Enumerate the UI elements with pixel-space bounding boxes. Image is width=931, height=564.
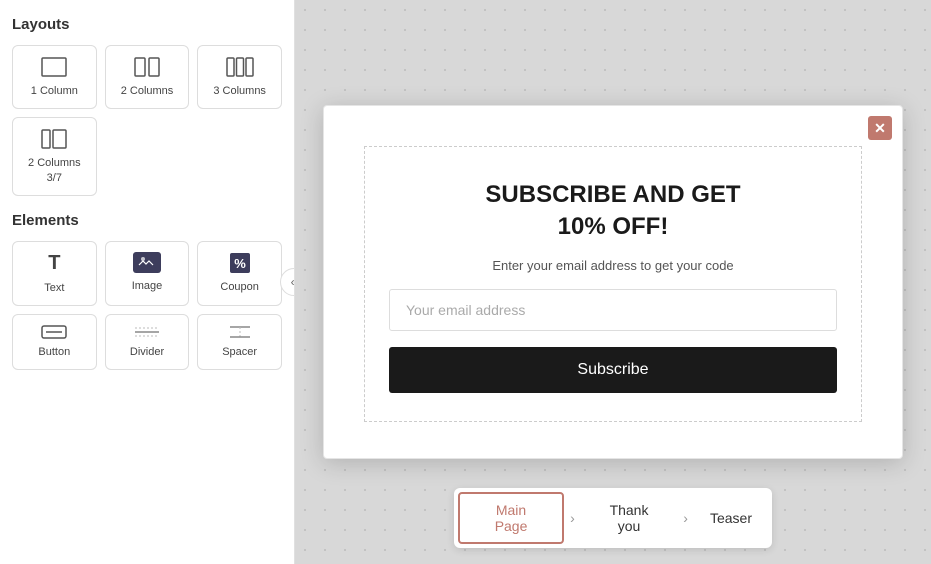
element-spacer[interactable]: Spacer bbox=[197, 314, 282, 370]
popup-subtitle: Enter your email address to get your cod… bbox=[492, 258, 733, 273]
layouts-section-title: Layouts bbox=[12, 16, 282, 33]
popup-inner: SUBSCRIBE AND GET10% OFF! Enter your ema… bbox=[364, 146, 862, 421]
button-icon bbox=[41, 325, 67, 339]
tab-teaser[interactable]: Teaser bbox=[690, 500, 772, 536]
element-text[interactable]: T Text bbox=[12, 241, 97, 306]
coupon-label: Coupon bbox=[220, 280, 259, 294]
close-button[interactable]: ✕ bbox=[868, 116, 892, 140]
elements-section: Elements T Text Image bbox=[12, 212, 282, 371]
layout-1col[interactable]: 1 Column bbox=[12, 45, 97, 109]
2col37-label: 2 Columns3/7 bbox=[28, 156, 81, 185]
element-coupon[interactable]: % Coupon bbox=[197, 241, 282, 306]
button-label: Button bbox=[38, 345, 70, 359]
spacer-label: Spacer bbox=[222, 345, 257, 359]
chevron-2-icon: › bbox=[681, 510, 690, 526]
main-canvas: ✕ SUBSCRIBE AND GET10% OFF! Enter your e… bbox=[295, 0, 931, 564]
2col-label: 2 Columns bbox=[121, 84, 174, 98]
elements-grid: T Text Image bbox=[12, 241, 282, 371]
image-label: Image bbox=[132, 279, 163, 293]
popup-title: SUBSCRIBE AND GET10% OFF! bbox=[485, 179, 740, 241]
layout-3col[interactable]: 3 Columns bbox=[197, 45, 282, 109]
layouts-grid: 1 Column 2 Columns 3 Columns bbox=[12, 45, 282, 109]
tab-main-page[interactable]: Main Page bbox=[458, 492, 564, 544]
element-image[interactable]: Image bbox=[105, 241, 190, 306]
1col-label: 1 Column bbox=[31, 84, 78, 98]
1col-icon bbox=[40, 56, 68, 78]
text-icon: T bbox=[48, 252, 60, 275]
divider-icon bbox=[134, 325, 160, 339]
sidebar: Layouts 1 Column 2 Columns bbox=[0, 0, 295, 564]
3col-icon bbox=[226, 56, 254, 78]
3col-label: 3 Columns bbox=[213, 84, 266, 98]
text-label: Text bbox=[44, 281, 64, 295]
2col37-icon bbox=[40, 128, 68, 150]
popup-modal: ✕ SUBSCRIBE AND GET10% OFF! Enter your e… bbox=[323, 105, 903, 458]
layout-2col[interactable]: 2 Columns bbox=[105, 45, 190, 109]
layout-2col37[interactable]: 2 Columns3/7 bbox=[12, 117, 97, 196]
element-divider[interactable]: Divider bbox=[105, 314, 190, 370]
subscribe-button[interactable]: Subscribe bbox=[389, 347, 837, 393]
email-input[interactable] bbox=[389, 289, 837, 331]
element-button[interactable]: Button bbox=[12, 314, 97, 370]
divider-label: Divider bbox=[130, 345, 164, 359]
tab-thank-you[interactable]: Thank you bbox=[577, 492, 682, 544]
spacer-icon bbox=[227, 325, 253, 339]
image-icon bbox=[133, 252, 161, 273]
elements-section-title: Elements bbox=[12, 212, 282, 229]
coupon-icon: % bbox=[229, 252, 251, 274]
collapse-button[interactable]: « bbox=[280, 268, 295, 296]
svg-text:%: % bbox=[234, 256, 246, 271]
chevron-1-icon: › bbox=[568, 510, 577, 526]
bottom-tabs: Main Page › Thank you › Teaser bbox=[454, 488, 772, 548]
2col-icon bbox=[133, 56, 161, 78]
